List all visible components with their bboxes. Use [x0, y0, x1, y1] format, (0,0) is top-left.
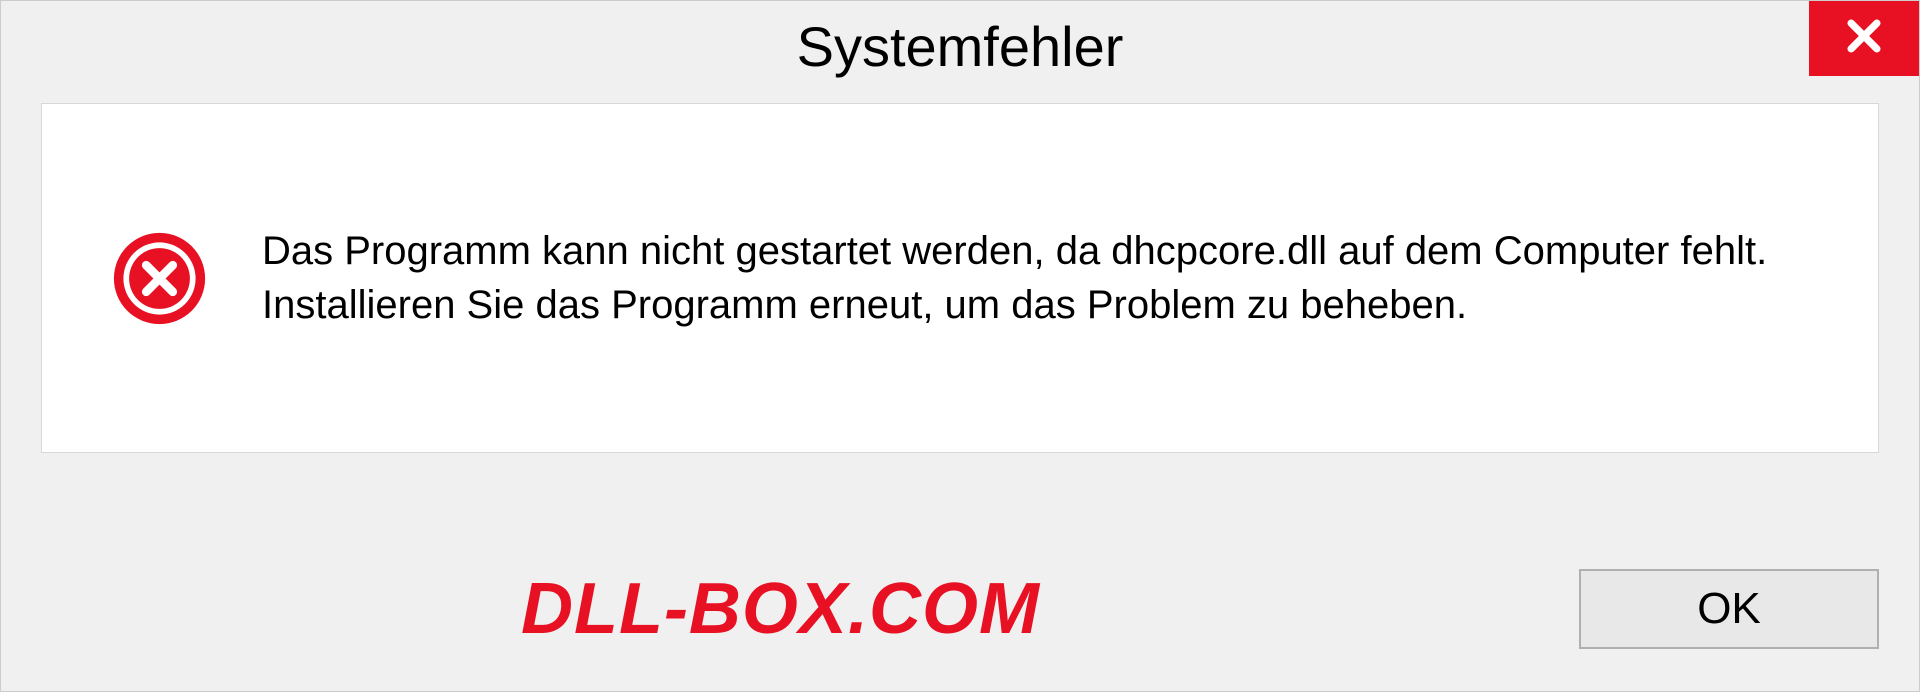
ok-button[interactable]: OK	[1579, 569, 1879, 649]
ok-button-label: OK	[1697, 584, 1761, 634]
error-icon	[112, 231, 207, 326]
dialog-title: Systemfehler	[797, 14, 1124, 79]
content-area: Das Programm kann nicht gestartet werden…	[41, 103, 1879, 453]
close-button[interactable]	[1809, 1, 1919, 76]
titlebar: Systemfehler	[1, 1, 1919, 91]
error-dialog: Systemfehler Das Programm kann nicht ges…	[0, 0, 1920, 692]
error-message: Das Programm kann nicht gestartet werden…	[262, 224, 1808, 332]
dialog-footer: DLL-BOX.COM OK	[1, 546, 1919, 691]
watermark-text: DLL-BOX.COM	[521, 568, 1040, 650]
close-icon	[1842, 14, 1886, 63]
